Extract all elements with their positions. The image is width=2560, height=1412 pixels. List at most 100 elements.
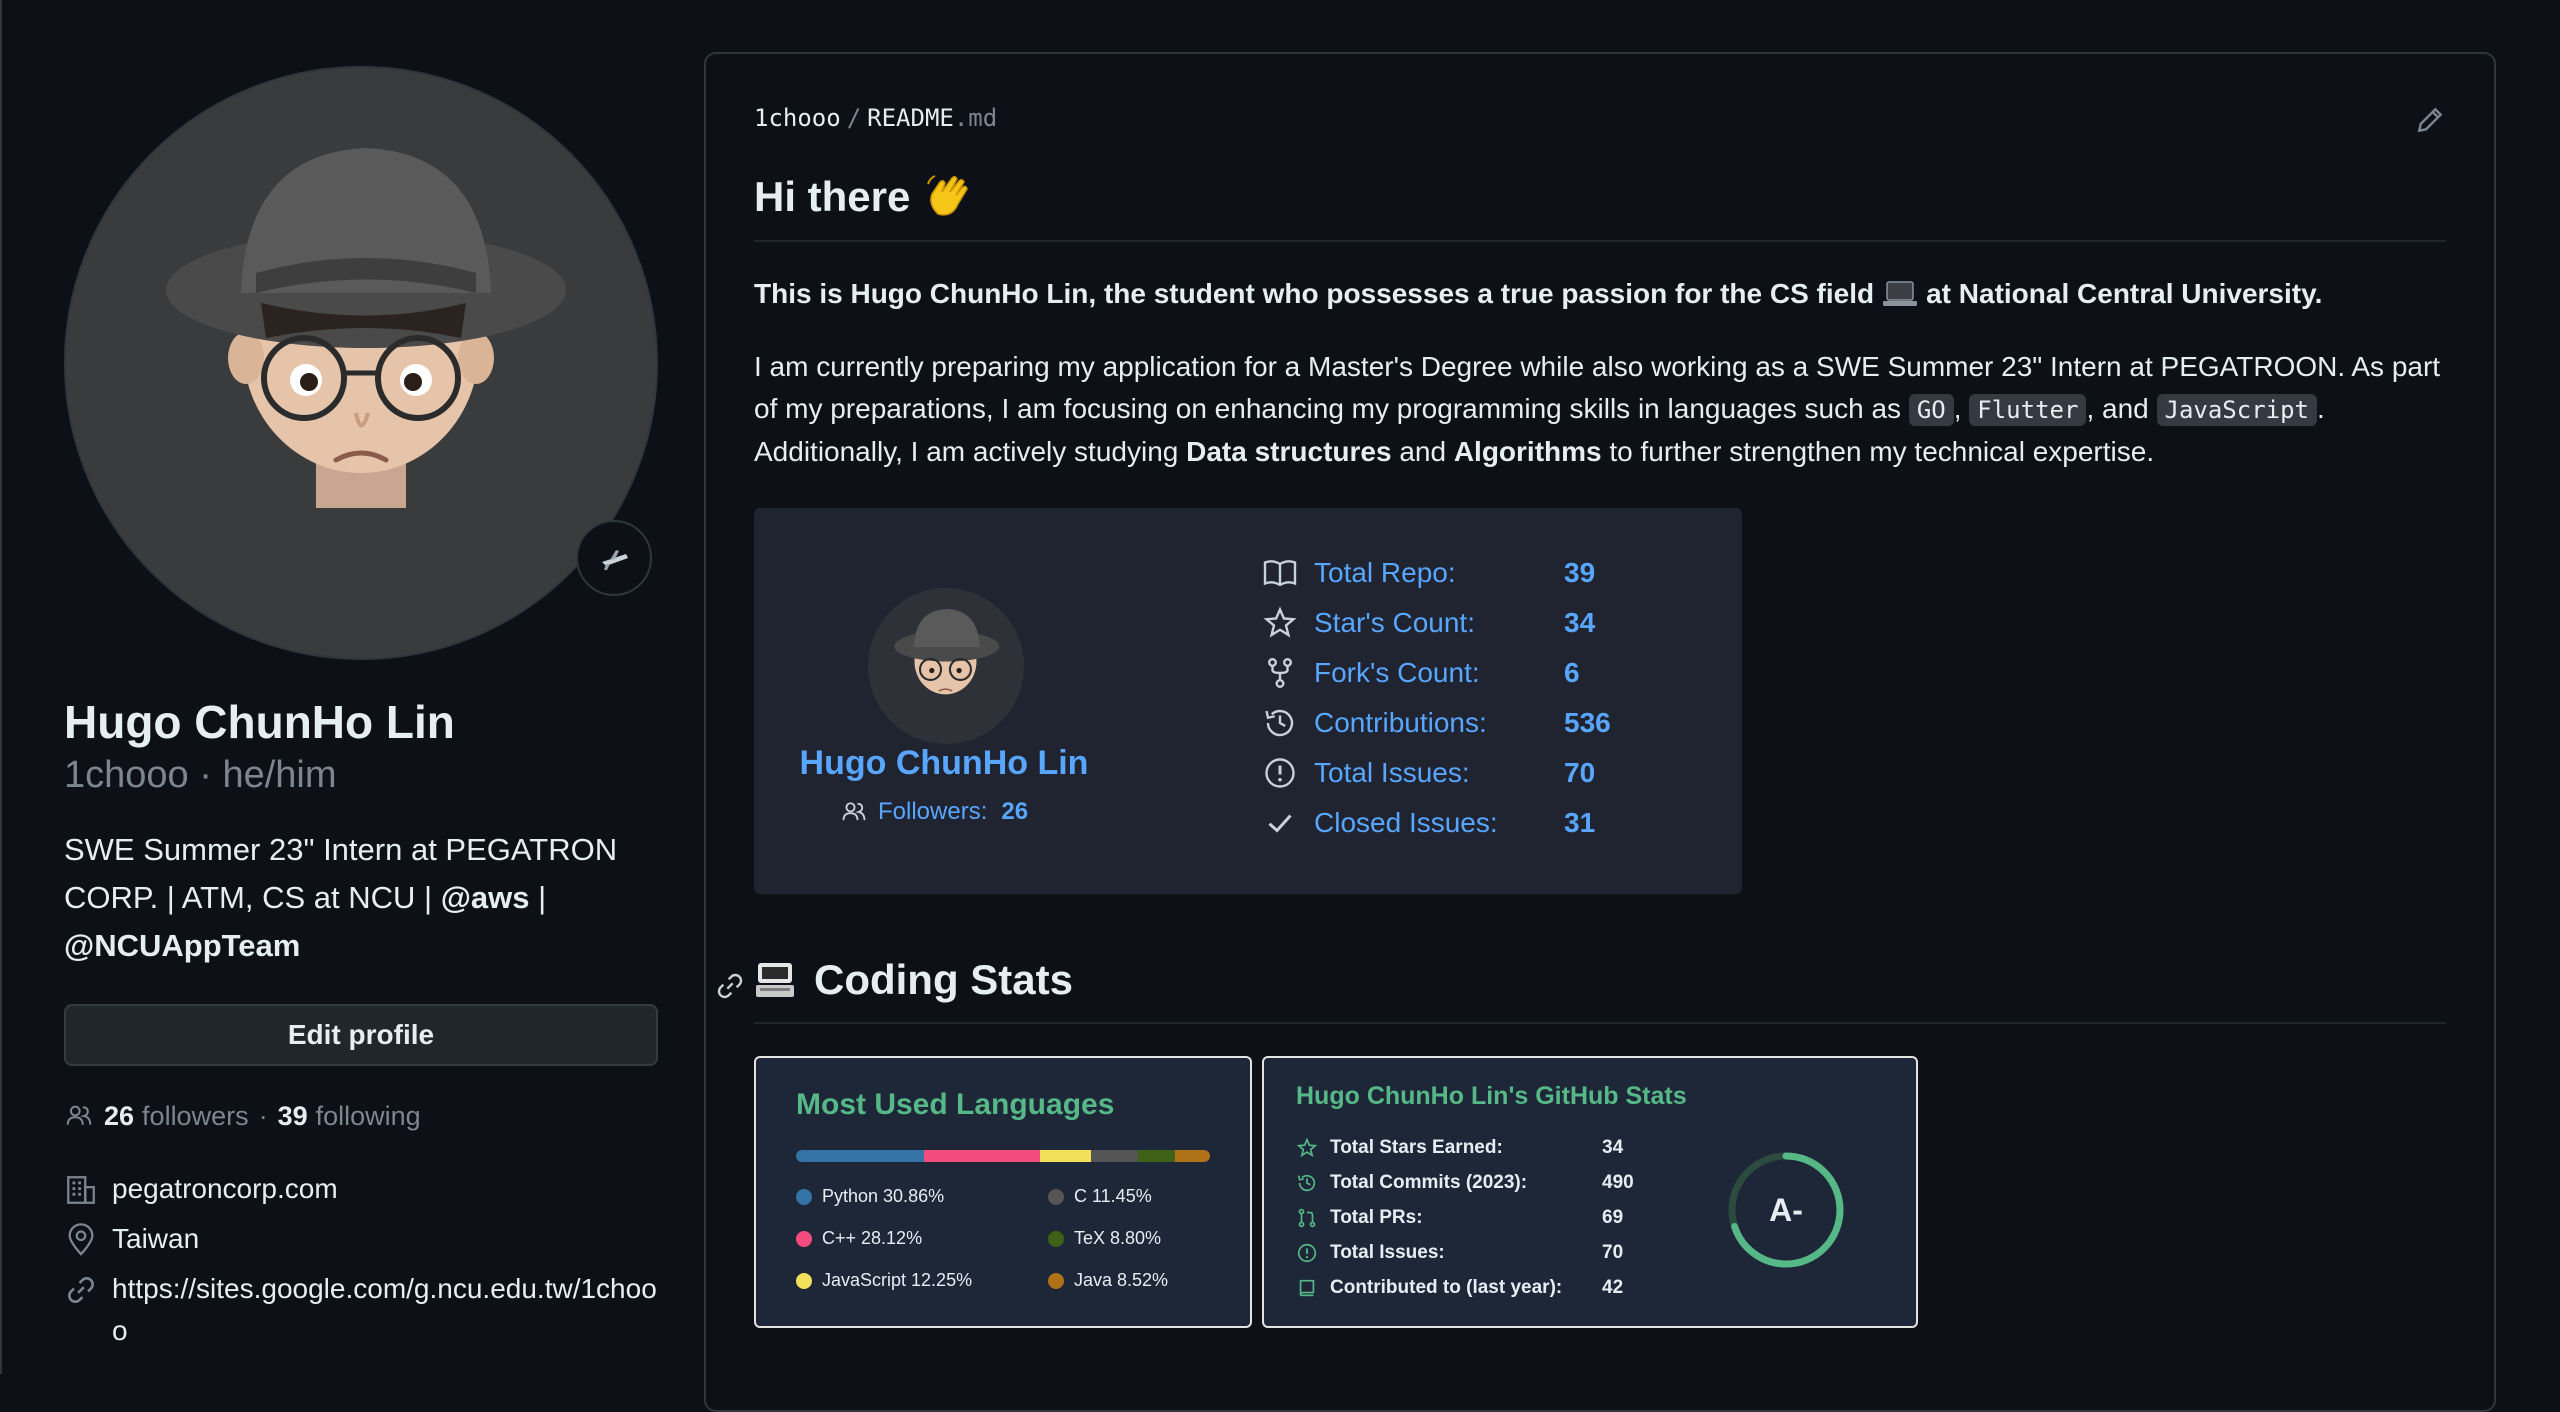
language-color-dot xyxy=(1048,1230,1064,1247)
language-label: TeX 8.80% xyxy=(1074,1228,1162,1248)
language-item: C++ 28.12% xyxy=(796,1228,922,1249)
avatar[interactable] xyxy=(64,66,658,660)
language-color-dot xyxy=(796,1188,812,1205)
language-color-dot xyxy=(796,1230,812,1247)
readme-card: 1chooo / README.md Hi there This is Hugo C… xyxy=(704,52,2496,1412)
language-item: Java 8.52% xyxy=(1048,1270,1168,1291)
language-item: C 11.45% xyxy=(1048,1186,1152,1207)
stat-row-stars: Star's Count: 34 xyxy=(1262,598,1611,648)
profile-bio: SWE Summer 23" Intern at PEGATRON CORP. … xyxy=(64,826,658,970)
coding-stats-title: Coding Stats xyxy=(814,956,1073,1003)
intro-text-a: This is Hugo ChunHo Lin, the student who… xyxy=(754,278,1875,309)
language-bar-segment-c xyxy=(923,1150,1041,1162)
bio-mention-aws[interactable]: @aws xyxy=(441,880,530,915)
readme-file-name[interactable]: README xyxy=(867,104,954,132)
vcard-location: Taiwan xyxy=(64,1218,658,1260)
fork-icon xyxy=(1268,657,1293,688)
stat-label: Total Issues: xyxy=(1314,757,1470,788)
language-label: JavaScript 12.25% xyxy=(822,1270,973,1290)
bold-data-structures: Data structures xyxy=(1186,436,1392,467)
language-label: Python 30.86% xyxy=(822,1186,945,1206)
language-color-dot xyxy=(796,1272,812,1289)
stat-value: 70 xyxy=(1564,757,1596,788)
organization-icon xyxy=(67,1176,95,1204)
pull-request-icon xyxy=(1298,1208,1316,1227)
stat-row-total-issues: Total Issues: 70 xyxy=(1262,748,1611,798)
issue-icon xyxy=(1297,1243,1317,1262)
language-item: Python 30.86% xyxy=(796,1186,944,1207)
intro-text-b: at National Central University. xyxy=(1926,278,2323,309)
book-icon xyxy=(1263,560,1297,587)
gh-label: Total PRs: xyxy=(1330,1206,1423,1228)
language-bar-segment-c xyxy=(1090,1150,1139,1162)
keyboard-icon xyxy=(756,963,794,997)
repo-icon xyxy=(1299,1279,1315,1296)
para-comma: , xyxy=(1953,393,1970,424)
rank-text: A- xyxy=(1769,1192,1803,1228)
gh-label: Total Stars Earned: xyxy=(1330,1136,1503,1158)
stat-row-closed-issues: Closed Issues: 31 xyxy=(1262,798,1611,848)
bold-algorithms: Algorithms xyxy=(1453,436,1602,467)
readme-heading: Hi there xyxy=(754,170,976,224)
language-color-dot xyxy=(1048,1188,1064,1205)
status-emoji-button[interactable] xyxy=(576,520,652,596)
gh-row-stars: Total Stars Earned: 34 xyxy=(1296,1130,1634,1165)
following-count: 39 xyxy=(277,1100,308,1131)
star-icon xyxy=(1296,1137,1318,1157)
readme-paragraph: I am currently preparing my application … xyxy=(754,346,2454,473)
language-bar-segment-tex xyxy=(1138,1150,1175,1162)
readme-path: 1chooo / README.md xyxy=(754,104,997,132)
vcard-website: https://sites.google.com/g.ncu.edu.tw/1c… xyxy=(64,1268,658,1352)
github-stats-rows: Total Stars Earned: 34 Total Commits (20… xyxy=(1296,1130,1634,1305)
stat-label: Closed Issues: xyxy=(1314,807,1498,838)
languages-bar xyxy=(796,1150,1210,1162)
path-separator: / xyxy=(846,104,862,132)
followers-count: 26 xyxy=(104,1100,135,1131)
window-edge xyxy=(0,0,2,1374)
bio-mention-ncuappteam[interactable]: @NCUAppTeam xyxy=(64,928,300,963)
github-stats-title: Hugo ChunHo Lin's GitHub Stats xyxy=(1296,1082,1687,1110)
followers-value: 26 xyxy=(1001,798,1029,825)
stats-card-name: Hugo ChunHo Lin xyxy=(799,744,1089,782)
check-icon xyxy=(1268,814,1292,833)
language-label: Java 8.52% xyxy=(1074,1270,1169,1290)
gh-label: Contributed to (last year): xyxy=(1330,1276,1563,1298)
location-text: Taiwan xyxy=(112,1223,200,1254)
followers-label: followers xyxy=(142,1100,249,1131)
stat-row-contributions: Contributions: 536 xyxy=(1262,698,1611,748)
gh-value: 490 xyxy=(1602,1171,1634,1193)
star-icon xyxy=(1263,606,1297,638)
gh-label: Total Issues: xyxy=(1330,1241,1445,1263)
language-item: TeX 8.80% xyxy=(1048,1228,1161,1249)
profile-name: Hugo ChunHo Lin xyxy=(64,696,455,748)
website-link[interactable]: https://sites.google.com/g.ncu.edu.tw/1c… xyxy=(112,1268,658,1352)
readme-file-ext: .md xyxy=(953,104,998,132)
avatar-container xyxy=(64,66,658,660)
github-profile-stats-card[interactable]: Hugo ChunHo Lin Followers: 26 Total Repo… xyxy=(754,508,1742,894)
code-javascript: JavaScript xyxy=(2156,394,2317,426)
readme-owner-link[interactable]: 1chooo xyxy=(754,104,841,132)
para-and-2: and xyxy=(1391,436,1454,467)
stats-card-avatar xyxy=(868,588,1024,744)
company-text: pegatroncorp.com xyxy=(112,1173,338,1204)
heading-text: Hi there xyxy=(754,173,911,220)
following-link[interactable]: 39 following xyxy=(278,1101,421,1132)
vcard-details: pegatroncorp.com Taiwan https://sites.go… xyxy=(64,1168,658,1352)
anchor-link-icon[interactable] xyxy=(714,970,746,1002)
stat-value: 34 xyxy=(1564,607,1596,638)
language-bar-segment-python xyxy=(796,1150,924,1162)
edit-profile-button[interactable]: Edit profile xyxy=(64,1004,658,1066)
github-stats-card[interactable]: Hugo ChunHo Lin's GitHub Stats Total Sta… xyxy=(1262,1056,1918,1328)
followers-link[interactable]: 26 followers xyxy=(104,1101,249,1132)
airplane-icon xyxy=(602,550,628,570)
stat-value: 31 xyxy=(1564,807,1596,838)
bio-separator: | xyxy=(529,880,547,915)
most-used-languages-card[interactable]: Most Used Languages Python 30.86% C++ 28.… xyxy=(754,1056,1252,1328)
para-and: , and xyxy=(2086,393,2157,424)
languages-title: Most Used Languages xyxy=(796,1088,1115,1121)
pencil-icon[interactable] xyxy=(2414,104,2446,136)
follow-separator: · xyxy=(258,1100,268,1131)
language-item: JavaScript 12.25% xyxy=(796,1270,972,1291)
stat-label: Fork's Count: xyxy=(1314,657,1480,688)
language-bar-segment-javascript xyxy=(1040,1150,1091,1162)
